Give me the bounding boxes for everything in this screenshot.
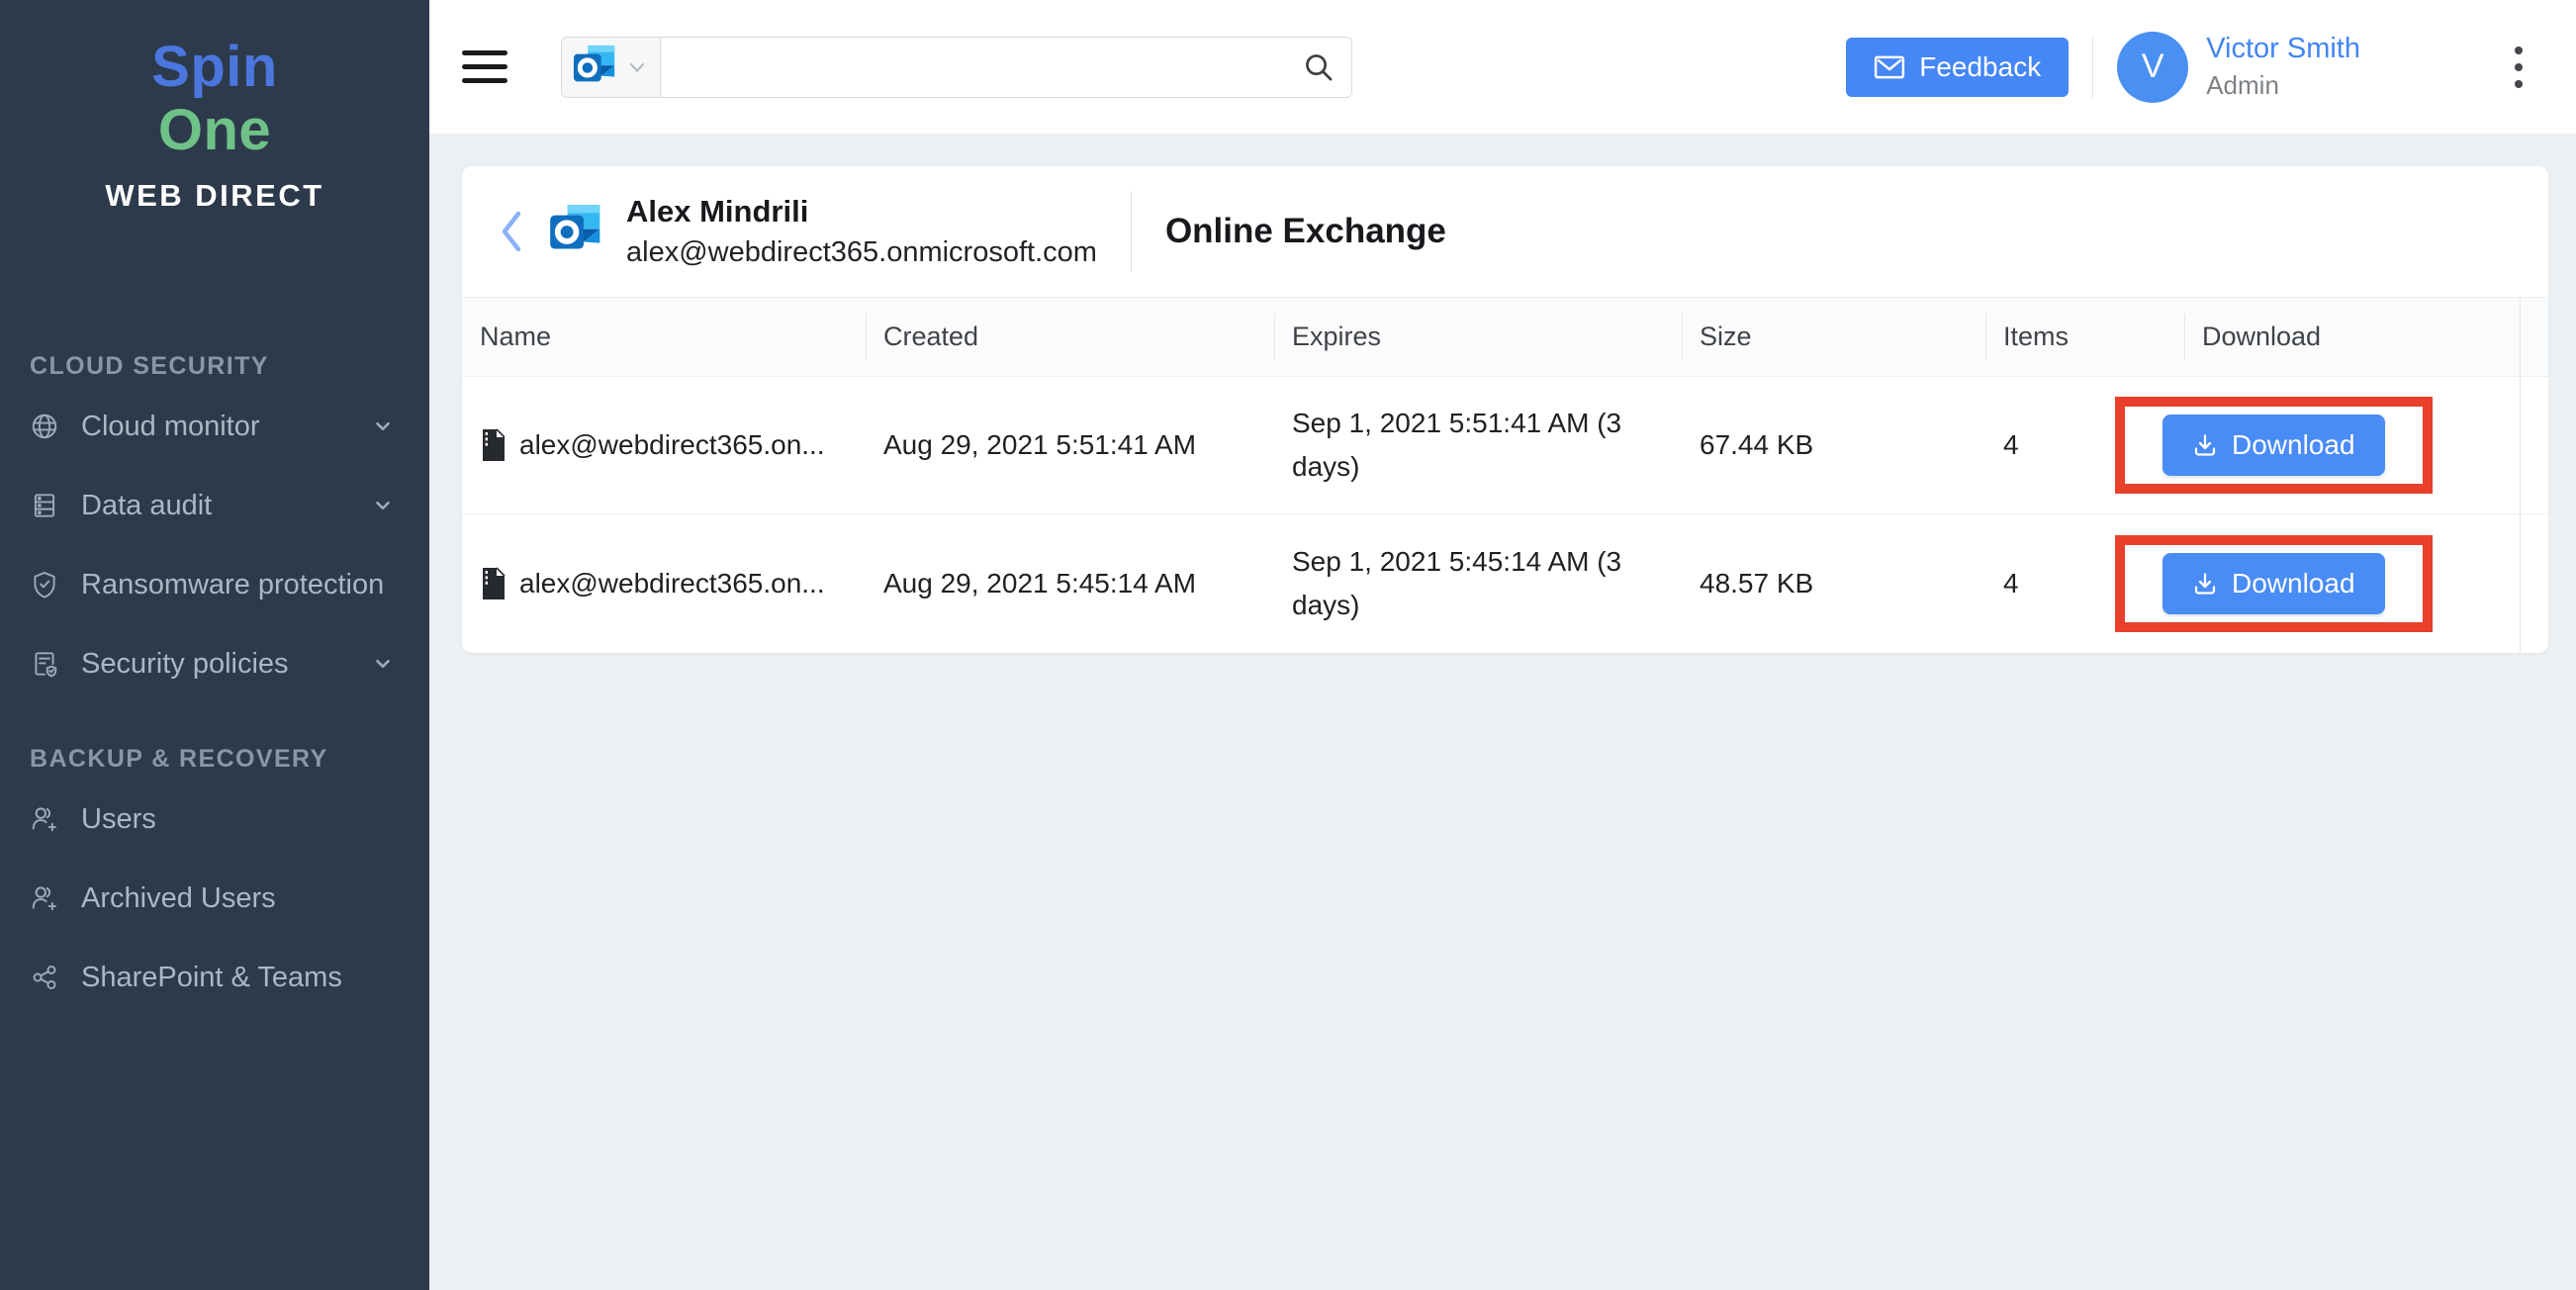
cell-size: 48.57 KB bbox=[1682, 568, 1985, 599]
chevron-down-icon bbox=[625, 55, 649, 79]
main-area: Feedback V Victor Smith Admin bbox=[429, 0, 2576, 1290]
share-icon bbox=[30, 963, 59, 992]
cell-name: alex@webdirect365.on... bbox=[462, 427, 866, 463]
kebab-menu-icon[interactable] bbox=[2509, 41, 2529, 94]
column-header-size: Size bbox=[1682, 298, 1985, 376]
user-name: Victor Smith bbox=[2206, 33, 2360, 65]
chevron-down-icon bbox=[372, 653, 394, 675]
column-header-expires: Expires bbox=[1274, 298, 1682, 376]
sidebar-item-ransomware-protection[interactable]: Ransomware protection bbox=[0, 545, 429, 624]
page-title: Online Exchange bbox=[1165, 212, 1446, 251]
search-icon[interactable] bbox=[1302, 50, 1335, 84]
sidebar-item-sharepoint-teams[interactable]: SharePoint & Teams bbox=[0, 938, 429, 1017]
column-header-download: Download bbox=[2184, 298, 2520, 376]
sidebar-item-label: Cloud monitor bbox=[81, 411, 260, 443]
cell-created: Aug 29, 2021 5:45:14 AM bbox=[866, 568, 1274, 599]
cell-download: Download bbox=[2184, 397, 2520, 494]
table-row: alex@webdirect365.on... Aug 29, 2021 5:5… bbox=[462, 377, 2548, 514]
topbar: Feedback V Victor Smith Admin bbox=[429, 0, 2576, 134]
section-title-cloud-security: CLOUD SECURITY bbox=[30, 352, 429, 381]
chevron-down-icon bbox=[372, 495, 394, 516]
account-info: Alex Mindrili alex@webdirect365.onmicros… bbox=[626, 194, 1097, 269]
cell-expires: Sep 1, 2021 5:51:41 AM (3 days) bbox=[1274, 402, 1682, 489]
sidebar-item-label: Users bbox=[81, 803, 156, 836]
outlook-icon bbox=[573, 45, 618, 90]
table-header: Name Created Expires Size Items Download bbox=[462, 297, 2548, 377]
logo-subtitle: WEB DIRECT bbox=[0, 178, 429, 214]
policy-doc-icon bbox=[30, 649, 59, 679]
table-row: alex@webdirect365.on... Aug 29, 2021 5:4… bbox=[462, 514, 2548, 652]
avatar[interactable]: V bbox=[2117, 32, 2188, 103]
download-icon bbox=[2192, 432, 2218, 458]
user-plus-icon bbox=[30, 804, 59, 834]
download-button[interactable]: Download bbox=[2162, 415, 2385, 476]
outlook-icon bbox=[549, 204, 604, 259]
sidebar-item-label: Security policies bbox=[81, 648, 289, 681]
cell-size: 67.44 KB bbox=[1682, 429, 1985, 461]
column-header-name: Name bbox=[462, 298, 866, 376]
zip-file-icon bbox=[480, 427, 507, 463]
cell-created: Aug 29, 2021 5:51:41 AM bbox=[866, 429, 1274, 461]
column-header-items: Items bbox=[1985, 298, 2184, 376]
search-box bbox=[561, 37, 1352, 98]
cell-download: Download bbox=[2184, 535, 2520, 632]
chevron-down-icon bbox=[372, 415, 394, 437]
globe-icon bbox=[30, 412, 59, 441]
data-audit-icon bbox=[30, 491, 59, 520]
back-chevron-icon[interactable] bbox=[492, 210, 531, 253]
sidebar-item-label: SharePoint & Teams bbox=[81, 962, 342, 994]
shield-check-icon bbox=[30, 570, 59, 599]
mail-envelope-icon bbox=[1874, 54, 1905, 80]
sidebar: Spin One WEB DIRECT CLOUD SECURITY Cloud… bbox=[0, 0, 429, 1290]
app-root: Spin One WEB DIRECT CLOUD SECURITY Cloud… bbox=[0, 0, 2576, 1290]
page-content: Alex Mindrili alex@webdirect365.onmicros… bbox=[429, 134, 2576, 1290]
sidebar-item-label: Data audit bbox=[81, 490, 212, 522]
service-selector[interactable] bbox=[562, 38, 661, 97]
sidebar-item-users[interactable]: Users bbox=[0, 780, 429, 859]
account-name: Alex Mindrili bbox=[626, 194, 1097, 230]
user-plus-icon bbox=[30, 883, 59, 913]
spinone-logo: Spin One WEB DIRECT bbox=[0, 0, 429, 214]
sidebar-item-cloud-monitor[interactable]: Cloud monitor bbox=[0, 387, 429, 466]
topbar-divider bbox=[2092, 36, 2093, 99]
search-input[interactable] bbox=[661, 38, 1302, 97]
cell-name: alex@webdirect365.on... bbox=[462, 566, 866, 601]
sidebar-item-data-audit[interactable]: Data audit bbox=[0, 466, 429, 545]
cell-expires: Sep 1, 2021 5:45:14 AM (3 days) bbox=[1274, 540, 1682, 627]
column-header-created: Created bbox=[866, 298, 1274, 376]
header-divider bbox=[1131, 191, 1132, 272]
sidebar-item-label: Ransomware protection bbox=[81, 569, 384, 601]
user-role: Admin bbox=[2206, 70, 2360, 101]
user-menu[interactable]: Victor Smith Admin bbox=[2206, 33, 2360, 101]
feedback-label: Feedback bbox=[1919, 51, 2041, 83]
hamburger-menu-icon[interactable] bbox=[462, 50, 507, 83]
zip-file-icon bbox=[480, 566, 507, 601]
sidebar-item-label: Archived Users bbox=[81, 882, 276, 915]
annotation-highlight-box: Download bbox=[2115, 397, 2433, 494]
table-scrollbar-track[interactable] bbox=[2520, 297, 2548, 653]
logo-one: One bbox=[0, 99, 429, 162]
logo-spin: Spin bbox=[0, 36, 429, 99]
account-email: alex@webdirect365.onmicrosoft.com bbox=[626, 236, 1097, 269]
backups-card: Alex Mindrili alex@webdirect365.onmicros… bbox=[462, 166, 2548, 653]
section-title-backup-recovery: BACKUP & RECOVERY bbox=[30, 745, 429, 774]
sidebar-item-security-policies[interactable]: Security policies bbox=[0, 624, 429, 703]
card-header: Alex Mindrili alex@webdirect365.onmicros… bbox=[462, 166, 2548, 297]
download-icon bbox=[2192, 571, 2218, 597]
download-button[interactable]: Download bbox=[2162, 553, 2385, 614]
feedback-button[interactable]: Feedback bbox=[1846, 38, 2069, 97]
sidebar-item-archived-users[interactable]: Archived Users bbox=[0, 859, 429, 938]
annotation-highlight-box: Download bbox=[2115, 535, 2433, 632]
